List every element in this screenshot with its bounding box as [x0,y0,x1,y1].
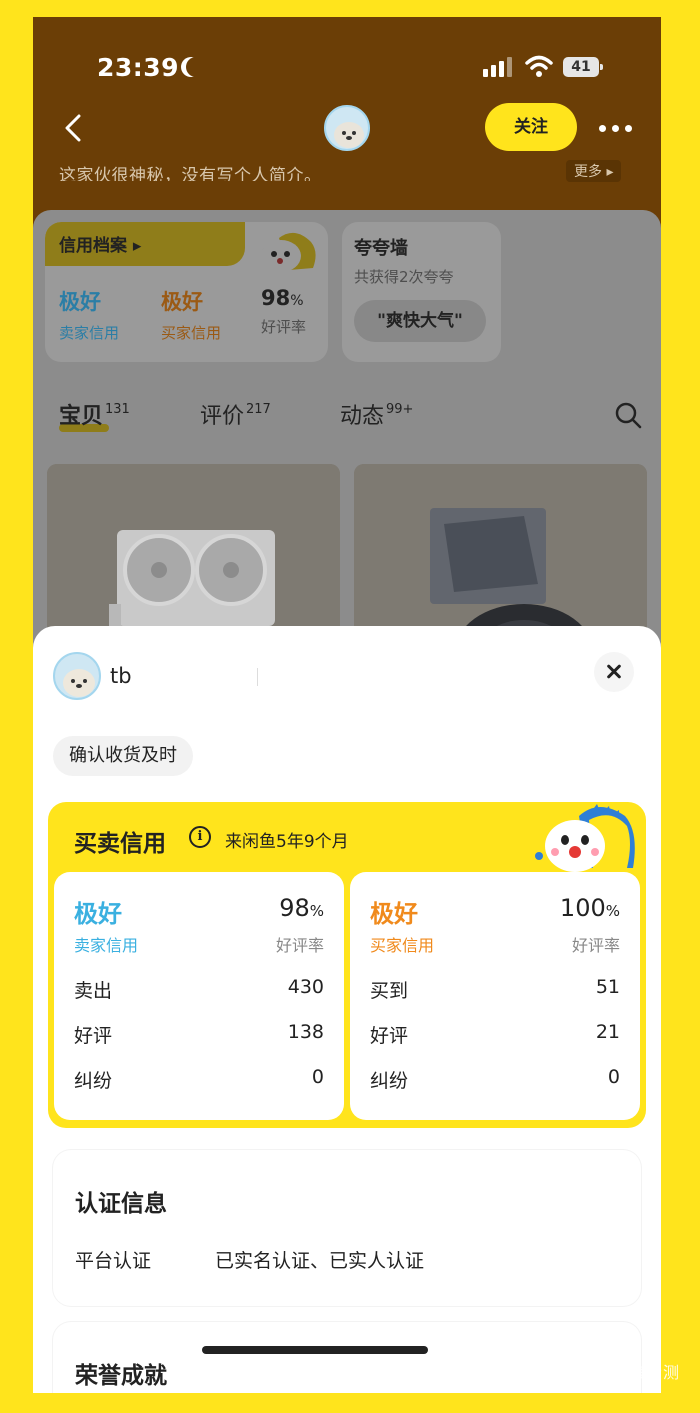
seller-rating: 极好 [74,900,122,928]
tab-reviews-count: 217 [246,402,271,417]
seller-rating-label: 卖家信用 [74,936,139,955]
verification-value: 已实名认证、已实人认证 [215,1250,425,1272]
seal-avatar-icon [334,122,364,148]
honor-section: 荣誉成就 [53,1322,641,1393]
mascot-icon [261,232,316,272]
praise-tag: "爽快大气" [354,300,486,342]
buyer-rate-unit: % [605,902,620,920]
seller-rating-value: 极好 [59,290,101,314]
seller-rate-unit: % [309,902,324,920]
user-tag-chip: 确认收货及时 [53,736,193,776]
stat-value: 138 [287,1021,324,1043]
buyer-credit-mini: 极好 买家信用 [161,286,221,343]
stat-value: 21 [595,1021,620,1043]
tab-reviews[interactable]: 评价 217 [200,398,271,430]
credit-profile-tab: 信用档案 ▸ [45,222,245,266]
verification-title: 认证信息 [75,1191,167,1217]
mascot-icon [535,804,635,872]
buyer-rating-label: 买家信用 [370,936,435,955]
credit-profile-label: 信用档案 ▸ [59,236,142,256]
buyer-rate-label: 好评率 [571,936,620,955]
stat-value: 0 [311,1066,324,1088]
positive-rate-unit: % [290,293,304,309]
tab-moments-count: 99+ [386,402,414,417]
seller-positive-rate: 98% [279,894,324,922]
credit-detail-sheet: tb 确认收货及时 买卖信用 i 来闲鱼5年9个月 极好 卖家信用 98% 好评… [33,626,661,1393]
battery-icon: 41 [563,57,603,77]
seller-credit-mini: 极好 卖家信用 [59,286,119,343]
buyer-rate-value: 100 [559,894,606,922]
seller-rating-label: 卖家信用 [59,324,120,342]
seller-rate-label: 好评率 [275,936,324,955]
status-time: 23:39 [97,53,180,82]
verification-section: 认证信息 平台认证 已实名认证、已实人认证 [53,1150,641,1306]
member-since: 来闲鱼5年9个月 [225,832,349,852]
buyer-rating-value: 极好 [161,290,203,314]
tab-moments[interactable]: 动态 99+ [340,398,413,430]
stat-value: 51 [595,976,620,998]
tab-reviews-label: 评价 [200,404,245,429]
watermark: 新浪众测 [612,1363,681,1382]
back-arrow-icon[interactable] [61,113,87,143]
stat-label: 买到 [370,980,409,1002]
praise-wall-title: 夸夸墙 [354,238,408,259]
more-options-icon[interactable] [599,125,633,133]
username-divider [257,668,258,686]
praise-wall-card[interactable]: 夸夸墙 共获得2次夸夸 "爽快大气" [342,222,501,362]
buyer-credit-card: 极好 买家信用 100% 好评率 买到 51 好评 21 纠纷 0 [350,872,640,1120]
buyer-positive-rate: 100% [560,894,620,922]
header-avatar[interactable] [324,105,370,151]
status-bar: 23:39 41 [33,17,661,117]
stat-value: 0 [607,1066,620,1088]
profile-bio: 这家伙很神秘，没有写个人简介。 [59,166,322,181]
seller-credit-card: 极好 卖家信用 98% 好评率 卖出 430 好评 138 纠纷 0 [54,872,344,1120]
stat-row: 好评 138 [74,1021,324,1051]
close-icon[interactable] [594,652,634,692]
tab-moments-label: 动态 [340,404,385,429]
trade-credit-title: 买卖信用 [74,831,166,857]
follow-button[interactable]: 关注 [485,103,577,151]
seal-avatar-icon [63,669,95,697]
bio-more-link[interactable]: 更多 ▸ [566,160,622,182]
stat-label: 纠纷 [370,1070,409,1092]
tab-items[interactable]: 宝贝 131 [59,398,130,430]
wifi-icon [525,55,553,77]
stat-label: 纠纷 [74,1070,113,1092]
positive-rate-value: 98 [261,286,291,310]
stat-label: 卖出 [74,980,113,1002]
seller-rate-value: 98 [279,894,310,922]
profile-tabs: 宝贝 131 评价 217 动态 99+ [33,390,661,440]
buyer-rating-label: 买家信用 [161,324,222,342]
verification-label: 平台认证 [75,1250,152,1272]
stat-row: 纠纷 0 [370,1066,620,1096]
stat-label: 好评 [370,1025,409,1047]
praise-count: 共获得2次夸夸 [354,268,454,286]
stat-row: 卖出 430 [74,976,324,1006]
positive-rate-mini: 98% 好评率 [261,286,306,337]
sheet-username: tb [110,664,132,688]
stat-value: 430 [287,976,324,998]
tab-items-count: 131 [105,402,130,417]
stat-row: 买到 51 [370,976,620,1006]
buyer-rating: 极好 [370,900,418,928]
search-icon[interactable] [613,400,643,430]
sheet-avatar [53,652,101,700]
stat-row: 纠纷 0 [74,1066,324,1096]
trade-credit-panel: 买卖信用 i 来闲鱼5年9个月 极好 卖家信用 98% 好评率 卖出 430 好… [48,802,646,1128]
tab-items-label: 宝贝 [59,404,104,429]
home-indicator[interactable] [202,1346,428,1354]
stat-row: 好评 21 [370,1021,620,1051]
positive-rate-label: 好评率 [261,318,307,336]
info-icon[interactable]: i [189,826,211,848]
phone-screen: 23:39 41 关注 这家伙很神秘，没有写个人简介。 更多 ▸ 信用档案 ▸ [33,17,661,1393]
honor-title: 荣誉成就 [75,1363,167,1389]
stat-label: 好评 [74,1025,113,1047]
moon-icon [186,57,206,77]
credit-profile-card[interactable]: 信用档案 ▸ 极好 卖家信用 极好 买家信用 98% 好评率 [45,222,328,362]
cellular-signal-icon [483,57,517,77]
